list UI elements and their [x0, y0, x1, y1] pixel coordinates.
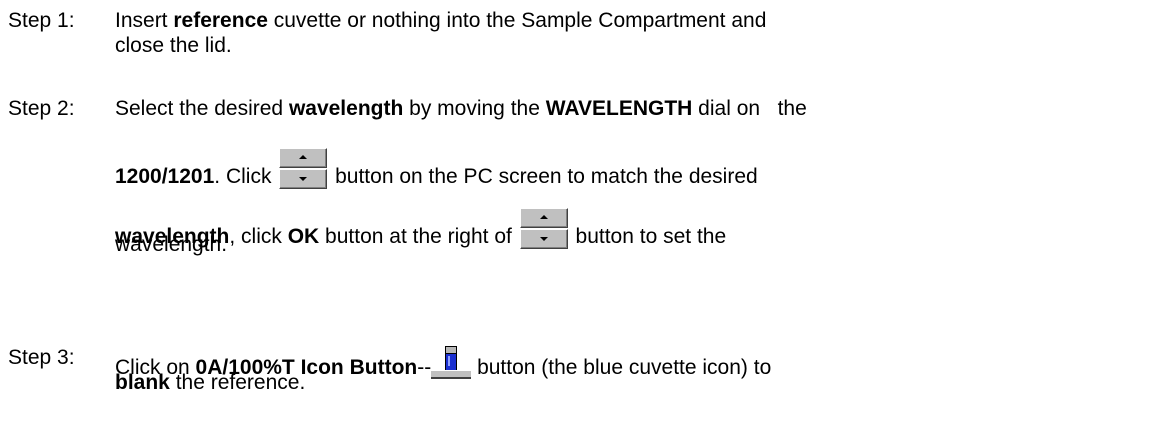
- spin-up-arrow-icon: [279, 148, 328, 168]
- bold-ok: OK: [287, 225, 320, 248]
- step-1-line-2: close the lid.: [115, 34, 232, 58]
- text: , click: [229, 225, 288, 248]
- spin-down-arrow-icon: [519, 229, 568, 249]
- step-2-label: Step 2:: [8, 97, 75, 120]
- step-2-line-2: 1200/1201. Click button on the PC screen…: [115, 148, 758, 189]
- text: button on the PC screen to match the des…: [329, 165, 758, 188]
- blue-cuvette-icon: [431, 346, 472, 379]
- step-3-line-2: blank the reference.: [115, 371, 305, 395]
- up-down-spin-button-icon: [279, 148, 328, 189]
- step-3-label: Step 3:: [8, 346, 75, 369]
- up-down-spin-button-icon: [519, 208, 568, 249]
- step-1-line-1: Insert reference cuvette or nothing into…: [115, 9, 766, 33]
- text: by moving the: [403, 97, 546, 120]
- text: button at the right of: [319, 225, 518, 248]
- spin-up-arrow-icon: [519, 208, 568, 228]
- text: Insert: [115, 9, 174, 32]
- text: --: [417, 356, 432, 379]
- text: wavelength.: [115, 233, 228, 256]
- step-1-label: Step 1:: [8, 9, 75, 32]
- bold-wavelength-dial: WAVELENGTH: [545, 97, 693, 120]
- text: dial on the: [692, 97, 807, 120]
- text: . Click: [214, 165, 278, 188]
- text: button to set the: [569, 225, 727, 248]
- text: Select the desired: [115, 97, 289, 120]
- spin-down-arrow-icon: [279, 169, 328, 189]
- text: close the lid.: [115, 34, 232, 57]
- text: button (the blue cuvette icon) to: [471, 356, 772, 379]
- step-2-line-1: Select the desired wavelength by moving …: [115, 97, 807, 121]
- text: cuvette or nothing into the Sample Compa…: [267, 9, 767, 32]
- bold-wavelength: wavelength: [288, 97, 404, 120]
- bold-reference: reference: [173, 9, 268, 32]
- bold-model-number: 1200/1201: [115, 165, 215, 188]
- bold-blank: blank: [115, 371, 170, 394]
- text: the reference.: [169, 371, 306, 394]
- step-2-line-4: wavelength.: [115, 233, 227, 257]
